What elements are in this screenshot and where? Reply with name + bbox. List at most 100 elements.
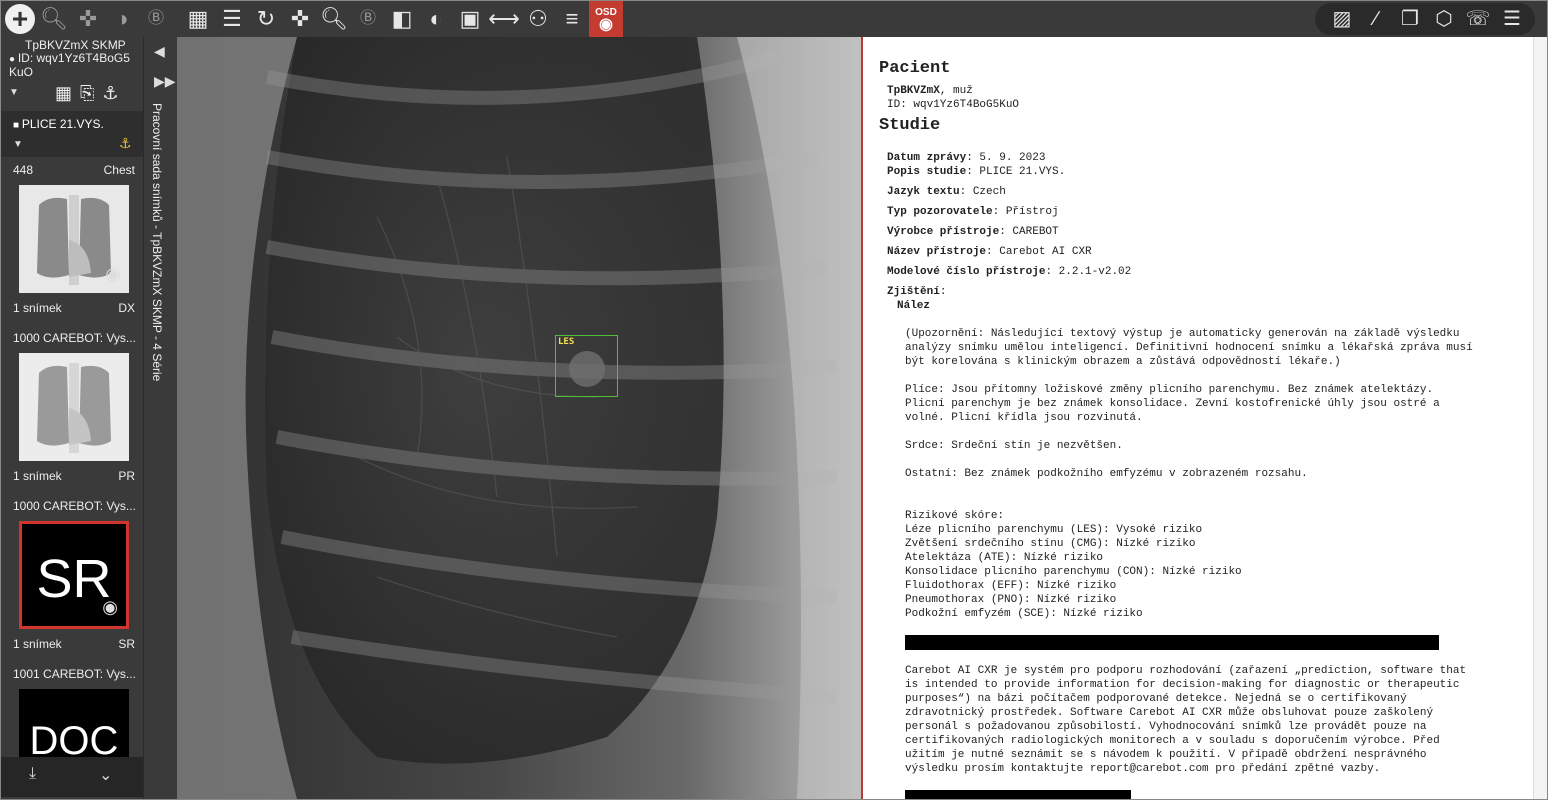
patient-id-text: ID: wqv1Yz6T4BoG5 KuO bbox=[9, 51, 130, 79]
user-icon: ●︎ bbox=[9, 54, 18, 65]
series-number: 1001 CAREBOT: Vys... bbox=[13, 667, 136, 681]
series-number: 448 bbox=[13, 163, 34, 177]
cube-icon[interactable]: ⬡ bbox=[1427, 2, 1461, 36]
series-thumbnail[interactable]: SR ◉ bbox=[19, 521, 129, 629]
study-heading: Studie bbox=[879, 116, 941, 135]
study-expand-caret[interactable]: ▼ bbox=[13, 139, 23, 150]
phone-icon[interactable]: ☏ bbox=[1461, 2, 1495, 36]
series-item-selected[interactable]: 1000 CAREBOT: Vys... SR ◉ 1 snímek SR bbox=[1, 493, 143, 661]
series-item[interactable]: 1000 CAREBOT: Vys... 1 snímek PR bbox=[1, 325, 143, 493]
report-field: Jazyk textu: Czech bbox=[879, 185, 1519, 199]
chest-xray-thumbnail bbox=[19, 353, 129, 461]
report-patient-sex: , muž bbox=[939, 85, 973, 97]
report-field-value: : Czech bbox=[959, 186, 1006, 198]
risk-item: Léze plicního parenchymu (LES): Vysoké r… bbox=[905, 524, 1203, 536]
redacted-bar bbox=[905, 635, 1439, 650]
report-field-label: Název přístroje bbox=[887, 246, 987, 258]
study-title: ■ PLICE 21.VYS. bbox=[13, 117, 104, 131]
collapse-left-icon[interactable]: ◀ bbox=[154, 43, 165, 60]
disclaimer-line: personál s požadovanou způsobilostí. Vyh… bbox=[905, 721, 1427, 733]
report-field-value: : PLICE 21.VYS. bbox=[966, 166, 1066, 178]
image-icon[interactable]: ▨ bbox=[1325, 2, 1359, 36]
move-icon[interactable]: ✜ bbox=[283, 2, 317, 36]
chevron-down-icon[interactable]: ⌄ bbox=[99, 765, 112, 785]
report-text-line: Plíce: Jsou přítomny ložiskové změny pli… bbox=[905, 384, 1434, 396]
report-field: Popis studie: PLICE 21.VYS. bbox=[879, 165, 1519, 179]
findings-label-line: Zjištění: bbox=[887, 286, 947, 298]
anchor-icon[interactable]: ⚓︎ bbox=[119, 135, 132, 152]
report-field-label: Popis studie bbox=[887, 166, 967, 178]
report-field-label: Výrobce přístroje bbox=[887, 226, 1000, 238]
series-item[interactable]: 448 Chest ◉ 1 snímek DX bbox=[1, 157, 143, 325]
menu-icon[interactable]: ☰ bbox=[1495, 2, 1529, 36]
ruler-icon[interactable]: ∕ bbox=[1359, 2, 1393, 36]
eye-icon: ◉ bbox=[599, 15, 613, 33]
report-content: Pacient TpBKVZmX, muž ID: wqv1Yz6T4BoG5K… bbox=[879, 59, 1519, 799]
contrast-icon[interactable]: ◐ bbox=[419, 2, 453, 36]
findings-label: Zjištění bbox=[887, 286, 940, 298]
report-fields: Datum zprávy: 5. 9. 2023 Popis studie: PL… bbox=[879, 151, 1519, 279]
report-heart: Srdce: Srdeční stín je nezvětšen. bbox=[905, 440, 1123, 452]
series-list-icon[interactable]: ☰ bbox=[215, 2, 249, 36]
clipboard-icon[interactable]: ⎘ bbox=[80, 83, 94, 104]
report-scrollbar[interactable] bbox=[1533, 37, 1547, 799]
report-field-value: : 2.2.1-v2.02 bbox=[1045, 266, 1132, 278]
report-field: Typ pozorovatele: Přístroj bbox=[879, 205, 1519, 219]
top-toolbar: + 🔍︎ ✜ ◑ Ⓑ ▦ ☰ ↻ ✜ 🔍︎ Ⓑ ◧ ◐ ▣ ⟷ ⚇ ≡ OSD … bbox=[1, 1, 1547, 37]
image-viewport[interactable]: LES bbox=[177, 37, 861, 799]
expand-right-icon[interactable]: ▶▶ bbox=[154, 73, 176, 90]
report-patient-name: TpBKVZmX bbox=[887, 85, 940, 97]
patient-expand-caret[interactable]: ▼ bbox=[9, 87, 19, 98]
report-text-line: analýzy snímku umělou inteligencí. Defin… bbox=[905, 342, 1473, 354]
report-field-label: Modelové číslo přístroje bbox=[887, 266, 1046, 278]
study-header[interactable]: ■ PLICE 21.VYS. ▼ ⚓︎ bbox=[1, 111, 143, 157]
window-icon[interactable]: ▣ bbox=[453, 2, 487, 36]
risk-item: Konsolidace plicního parenchymu (CON): N… bbox=[905, 566, 1242, 578]
layout-icon[interactable]: ▦ bbox=[181, 2, 215, 36]
series-number: 1000 CAREBOT: Vys... bbox=[13, 499, 136, 513]
layers-icon[interactable]: ≡ bbox=[555, 2, 589, 36]
report-other: Ostatní: Bez známek podkožního emfyzému … bbox=[905, 468, 1308, 480]
invert-icon[interactable]: ◧ bbox=[385, 2, 419, 36]
pan-icon[interactable]: ✜ bbox=[71, 2, 105, 36]
osd-button[interactable]: OSD ◉ bbox=[589, 1, 623, 37]
roi-bounding-box[interactable]: LES bbox=[555, 335, 618, 397]
copy-icon[interactable]: ❐ bbox=[1393, 2, 1427, 36]
panel-bottom-nav: ⤓ ⌄ bbox=[1, 757, 143, 797]
disclaimer-line: užitím je nutné seznámit se s návodem k … bbox=[905, 749, 1427, 761]
series-image-count: 1 snímek bbox=[13, 301, 62, 315]
series-modality: SR bbox=[118, 637, 135, 651]
report-disclaimer: Carebot AI CXR je systém pro podporu roz… bbox=[879, 664, 1519, 776]
zoom-icon[interactable]: 🔍︎ bbox=[37, 2, 71, 36]
rotate-icon[interactable]: ↻ bbox=[249, 2, 283, 36]
disclaimer-line: Carebot AI CXR je systém pro podporu roz… bbox=[905, 665, 1467, 677]
eye-icon: ◉ bbox=[102, 597, 118, 617]
report-notice: (Upozornění: Následující textový výstup … bbox=[879, 327, 1519, 369]
sr-report-panel: Pacient TpBKVZmX, muž ID: wqv1Yz6T4BoG5K… bbox=[861, 37, 1547, 799]
measure-line-icon[interactable]: ⟷ bbox=[487, 2, 521, 36]
disclaimer-line: certifikovaných radiologických monitorec… bbox=[905, 735, 1440, 747]
b-icon[interactable]: Ⓑ bbox=[139, 2, 173, 36]
add-button[interactable]: + bbox=[3, 2, 37, 36]
right-toolbar: ▨ ∕ ❐ ⬡ ☏ ☰ bbox=[1315, 3, 1535, 35]
report-patient-line: TpBKVZmX, muž bbox=[879, 84, 1519, 98]
series-number: 1000 CAREBOT: Vys... bbox=[13, 331, 136, 345]
risk-item: Fluidothorax (EFF): Nízké riziko bbox=[905, 580, 1117, 592]
series-image-count: 1 snímek bbox=[13, 637, 62, 651]
scroll-to-end-icon[interactable]: ⤓ bbox=[29, 765, 36, 783]
zoom-icon[interactable]: 🔍︎ bbox=[317, 2, 351, 36]
sync-icon[interactable]: ⚓︎ bbox=[102, 83, 118, 104]
contrast-icon[interactable]: ◑ bbox=[105, 2, 139, 36]
report-field: Datum zprávy: 5. 9. 2023 bbox=[879, 151, 1519, 165]
report-field-label: Typ pozorovatele bbox=[887, 206, 993, 218]
grid-icon[interactable]: ▦ bbox=[55, 83, 72, 104]
series-thumbnail[interactable] bbox=[19, 353, 129, 461]
viewer-app: + 🔍︎ ✜ ◑ Ⓑ ▦ ☰ ↻ ✜ 🔍︎ Ⓑ ◧ ◐ ▣ ⟷ ⚇ ≡ OSD … bbox=[0, 0, 1548, 800]
report-field-value: : CAREBOT bbox=[999, 226, 1059, 238]
roi-label: LES bbox=[558, 337, 575, 347]
add-icon: + bbox=[5, 4, 35, 34]
b-icon[interactable]: Ⓑ bbox=[351, 2, 385, 36]
body-icon[interactable]: ⚇ bbox=[521, 2, 555, 36]
workset-strip: ◀ ▶▶ Pracovní sada snímků - TpBKVZmX SKM… bbox=[143, 37, 177, 799]
series-thumbnail[interactable]: ◉ bbox=[19, 185, 129, 293]
